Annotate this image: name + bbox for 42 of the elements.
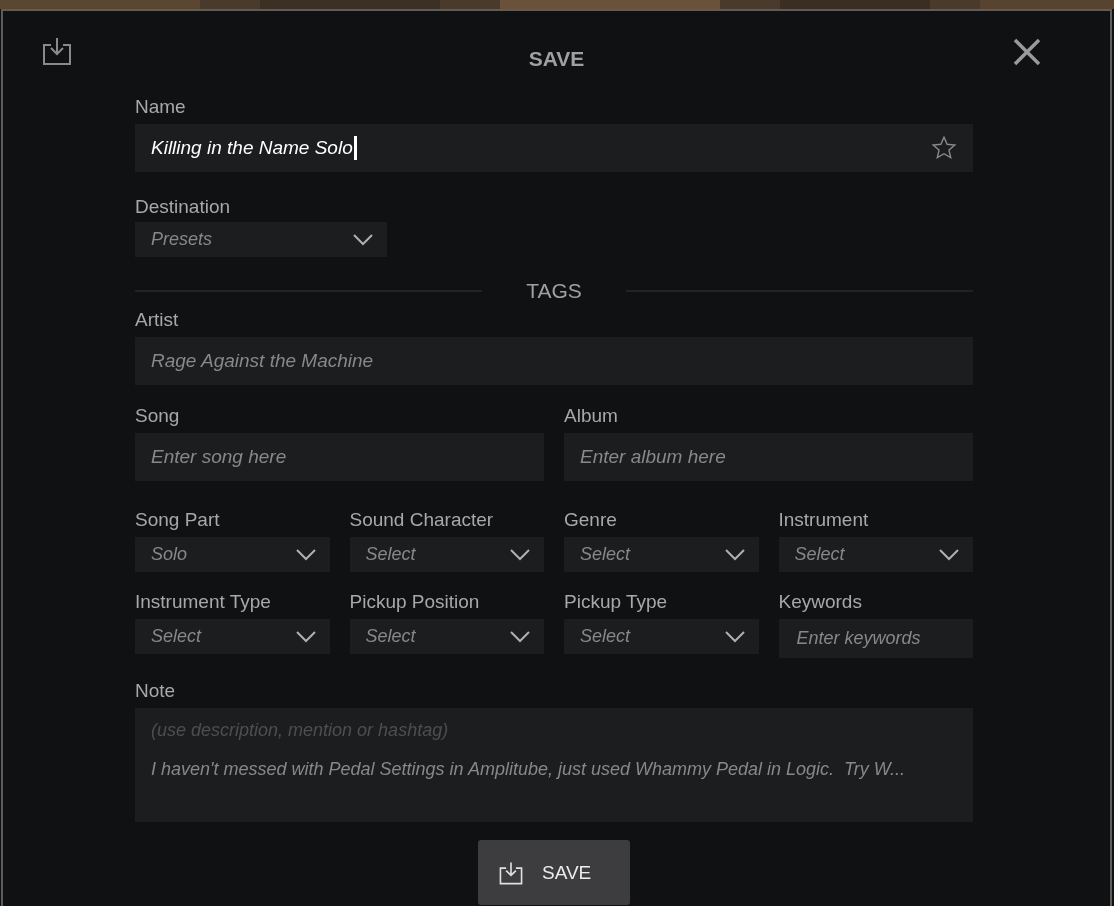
field-label: Keywords <box>778 591 862 613</box>
album-field[interactable]: Enter album here <box>564 433 973 481</box>
star-icon[interactable] <box>931 135 957 161</box>
tag-dropdown[interactable]: Select <box>349 619 544 654</box>
name-field[interactable]: Killing in the Name Solo <box>135 124 973 172</box>
destination-dropdown[interactable]: Presets <box>135 222 387 257</box>
save-button[interactable]: SAVE <box>478 840 630 905</box>
field-label: Instrument Type <box>135 591 271 613</box>
keywords-field[interactable]: Enter keywords <box>778 619 973 658</box>
tag-dropdown[interactable]: Select <box>564 537 759 572</box>
field-label: Album <box>564 405 618 427</box>
tag-dropdown[interactable]: Select <box>135 619 330 654</box>
chevron-down-icon <box>510 548 530 561</box>
tag-dropdown[interactable]: Solo <box>135 537 330 572</box>
field-label: Destination <box>135 196 231 218</box>
tag-dropdown[interactable]: Select <box>778 537 973 572</box>
dialog-title: SAVE <box>528 47 585 71</box>
field-label: Genre <box>564 509 617 531</box>
chevron-down-icon <box>295 548 316 561</box>
field-label: Pickup Position <box>349 591 480 613</box>
song-field[interactable]: Enter song here <box>135 433 544 481</box>
section-heading: TAGS <box>526 278 582 304</box>
chevron-down-icon <box>724 630 745 643</box>
chevron-down-icon <box>939 548 959 561</box>
field-label: Song <box>135 405 180 427</box>
field-label: Name <box>135 96 186 118</box>
field-label: Song Part <box>135 509 220 531</box>
field-label: Note <box>135 680 176 702</box>
chevron-down-icon <box>510 630 530 643</box>
field-label: Artist <box>135 309 179 331</box>
chevron-down-icon <box>724 548 745 561</box>
field-label: Sound Character <box>349 509 494 531</box>
field-label: Instrument <box>778 509 869 531</box>
chevron-down-icon <box>353 233 373 246</box>
tag-dropdown[interactable]: Select <box>564 619 759 654</box>
field-label: Pickup Type <box>564 591 668 613</box>
chevron-down-icon <box>295 630 316 643</box>
close-button[interactable] <box>1012 37 1042 67</box>
tag-dropdown[interactable]: Select <box>349 537 544 572</box>
artist-field[interactable]: Rage Against the Machine <box>135 337 973 385</box>
download-icon <box>498 859 524 886</box>
download-icon[interactable] <box>41 35 73 67</box>
